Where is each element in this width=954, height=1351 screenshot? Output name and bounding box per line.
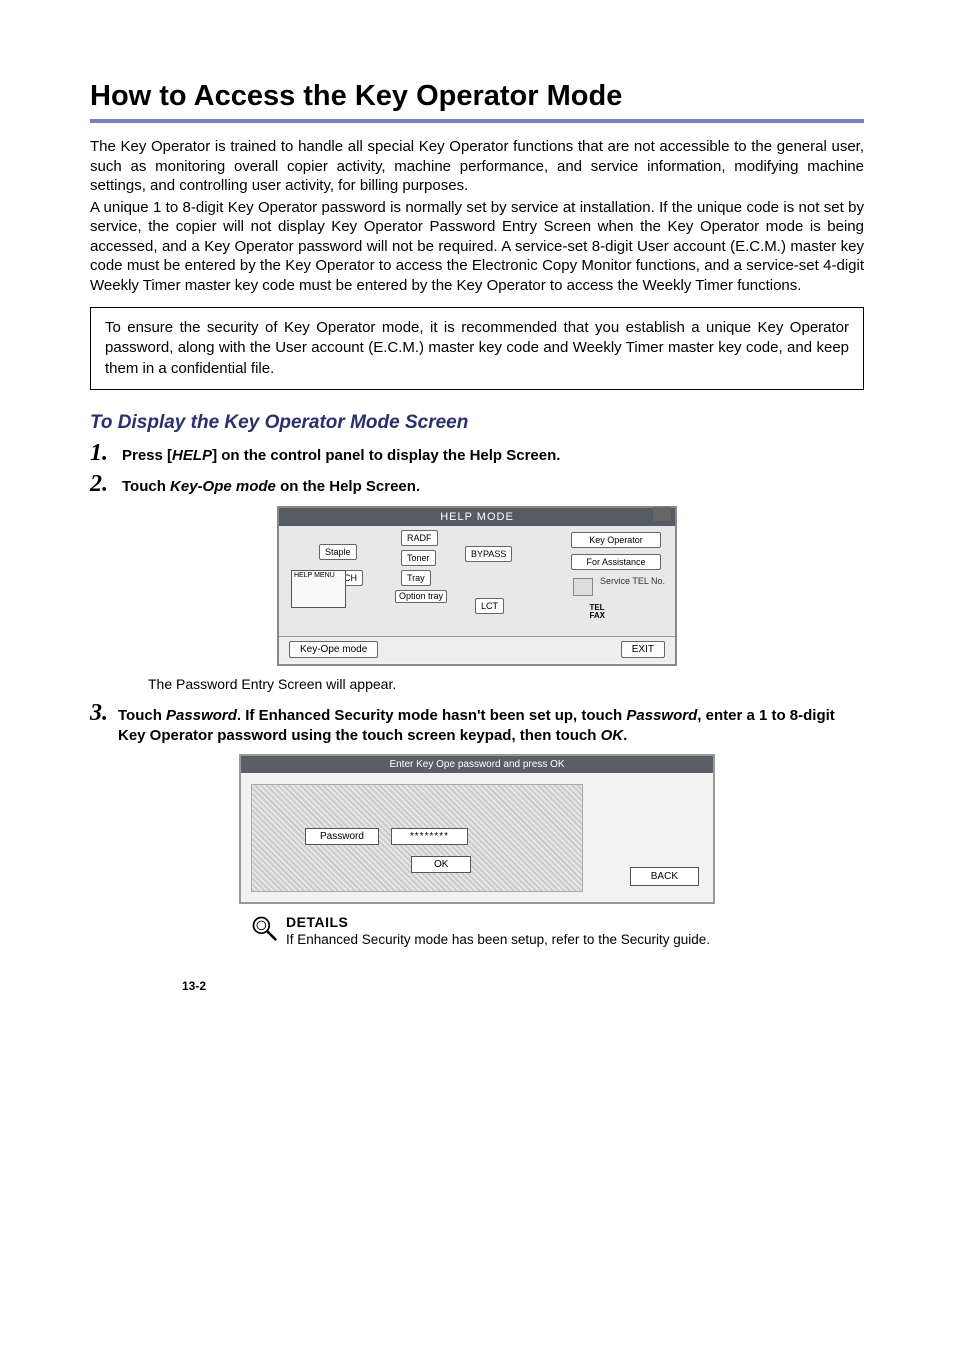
step-1-number: 1. [90,440,112,467]
help-mode-body: Staple PUNCH HELP MENU RADF Toner Tray O… [279,526,675,636]
help-menu-label: HELP MENU [294,572,343,579]
step-3-password-1: Password [166,707,237,724]
step-3-pre: Touch [118,707,166,724]
step-3-ok: OK [601,727,624,744]
keyope-mode-button[interactable]: Key-Ope mode [289,641,378,658]
tel-fax-labels: TEL FAX [589,604,605,620]
fax-label: FAX [589,612,605,620]
step-1-text: Press [HELP] on the control panel to dis… [122,446,560,466]
help-mode-footer: Key-Ope mode EXIT [279,636,675,662]
details-text: If Enhanced Security mode has been setup… [286,932,710,947]
radf-button[interactable]: RADF [401,530,438,546]
service-tel-label: Service TEL No. [600,576,665,586]
step-3: 3. Touch Password. If Enhanced Security … [90,700,864,747]
key-operator-button[interactable]: Key Operator [571,532,661,548]
title-rule [90,119,864,123]
section-subhead: To Display the Key Operator Mode Screen [90,412,864,434]
option-tray-button[interactable]: Option tray [395,590,447,603]
step-1-post: ] on the control panel to display the He… [212,447,560,464]
details-heading: DETAILS [286,914,710,930]
step-1-help-key: HELP [172,447,212,464]
tray-button[interactable]: Tray [401,570,431,586]
password-entry-screen: Enter Key Ope password and press OK Pass… [239,754,715,904]
details-body: DETAILS If Enhanced Security mode has be… [286,914,710,947]
help-menu-box[interactable]: HELP MENU [291,570,346,608]
step-2-number: 2. [90,471,112,498]
staple-button[interactable]: Staple [319,544,357,560]
security-callout: To ensure the security of Key Operator m… [90,307,864,390]
step-3-post: . [623,727,627,744]
password-row: Password ******** [305,828,468,845]
password-field[interactable]: ******** [391,828,468,845]
step-2-keyope: Key-Ope mode [170,478,276,495]
step-1-pre: Press [ [122,447,172,464]
ok-button[interactable]: OK [411,856,471,873]
bypass-button[interactable]: BYPASS [465,546,512,562]
help-mode-screen: HELP MODE Staple PUNCH HELP MENU RADF To… [277,506,677,666]
intro-paragraph-1: The Key Operator is trained to handle al… [90,137,864,196]
step-3-text: Touch Password. If Enhanced Security mod… [118,706,864,747]
back-button[interactable]: BACK [630,867,699,886]
details-row: DETAILS If Enhanced Security mode has be… [250,914,864,947]
lct-button[interactable]: LCT [475,598,504,614]
toner-button[interactable]: Toner [401,550,436,566]
step-2-pre: Touch [122,478,170,495]
page-number: 13-2 [182,979,206,993]
password-figure-wrap: Enter Key Ope password and press OK Pass… [90,754,864,904]
service-phone-icon [573,578,593,596]
help-mode-titlebar: HELP MODE [279,508,675,526]
password-entry-appears-text: The Password Entry Screen will appear. [148,676,864,692]
step-1: 1. Press [HELP] on the control panel to … [90,440,864,467]
step-2-post: on the Help Screen. [276,478,420,495]
page-title: How to Access the Key Operator Mode [90,80,864,119]
for-assistance-button[interactable]: For Assistance [571,554,661,570]
intro-paragraph-2: A unique 1 to 8-digit Key Operator passw… [90,198,864,296]
password-titlebar: Enter Key Ope password and press OK [241,756,713,773]
help-mode-figure-wrap: HELP MODE Staple PUNCH HELP MENU RADF To… [90,506,864,666]
step-3-password-2: Password [626,707,697,724]
magnifier-icon [250,914,278,942]
step-2: 2. Touch Key-Ope mode on the Help Screen… [90,471,864,498]
password-button[interactable]: Password [305,828,379,845]
corner-icon [653,507,671,521]
exit-button[interactable]: EXIT [621,641,665,658]
step-2-text: Touch Key-Ope mode on the Help Screen. [122,477,420,497]
step-3-number: 3. [90,700,108,727]
step-3-mid1: . If Enhanced Security mode hasn't been … [237,707,626,724]
